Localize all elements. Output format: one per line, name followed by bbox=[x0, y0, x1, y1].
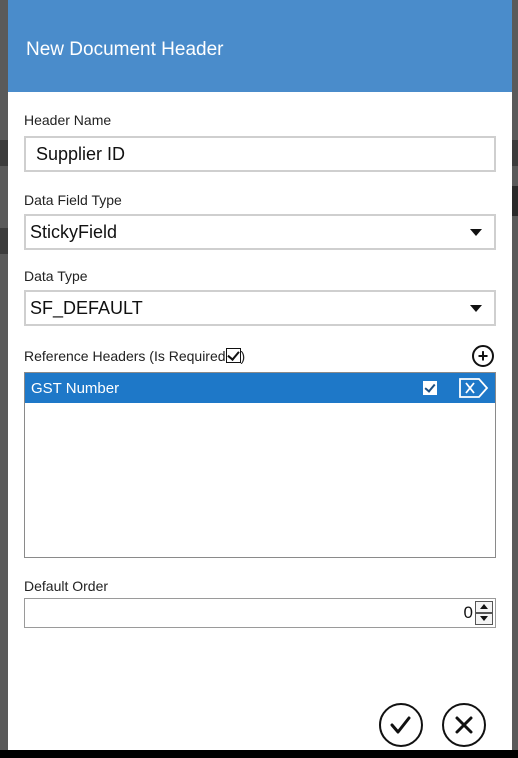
backdrop-strip bbox=[0, 140, 8, 166]
is-required-checkbox[interactable] bbox=[423, 381, 437, 395]
spin-up-button[interactable] bbox=[475, 601, 493, 613]
confirm-button[interactable] bbox=[379, 703, 423, 747]
close-circle-icon bbox=[455, 716, 473, 734]
data-type-select[interactable]: SF_DEFAULT bbox=[24, 290, 496, 326]
checkbox-legend-icon bbox=[225, 348, 241, 363]
data-type-value: SF_DEFAULT bbox=[30, 297, 143, 318]
data-field-type-select[interactable]: StickyField bbox=[24, 214, 496, 250]
reference-headers-label-suffix: ) bbox=[240, 348, 246, 364]
check-circle-icon bbox=[390, 716, 411, 734]
order-spinner bbox=[475, 601, 493, 625]
dialog-titlebar: New Document Header bbox=[8, 0, 512, 92]
default-order-label: Default Order bbox=[24, 578, 109, 594]
dialog-title: New Document Header bbox=[26, 39, 224, 60]
spin-down-button[interactable] bbox=[475, 613, 493, 625]
reference-headers-label-text: Reference Headers (Is Required bbox=[24, 348, 226, 364]
reference-headers-label: Reference Headers (Is Required) bbox=[24, 348, 245, 364]
list-item[interactable]: GST Number bbox=[25, 373, 495, 403]
reference-header-name: GST Number bbox=[31, 379, 120, 397]
delete-tag-icon[interactable] bbox=[459, 378, 489, 398]
add-reference-header-button[interactable]: + bbox=[472, 345, 494, 367]
data-type-label: Data Type bbox=[24, 268, 88, 284]
default-order-value: 0 bbox=[463, 603, 473, 622]
cancel-button[interactable] bbox=[442, 703, 486, 747]
data-field-type-label: Data Field Type bbox=[24, 192, 122, 208]
header-name-label: Header Name bbox=[24, 112, 112, 128]
taskbar-edge bbox=[0, 750, 518, 758]
chevron-down-icon bbox=[470, 304, 482, 312]
reference-headers-list[interactable]: GST Number bbox=[24, 372, 496, 558]
new-document-header-dialog: New Document Header Header Name Supplier… bbox=[8, 0, 512, 758]
header-name-value: Supplier ID bbox=[36, 143, 126, 164]
default-order-numeric-input[interactable]: 0 bbox=[24, 598, 496, 628]
backdrop-strip bbox=[0, 228, 8, 254]
chevron-down-icon bbox=[470, 228, 482, 236]
header-name-input[interactable]: Supplier ID bbox=[24, 136, 496, 172]
data-field-type-value: StickyField bbox=[30, 221, 118, 242]
plus-circle-icon: + bbox=[477, 346, 489, 366]
